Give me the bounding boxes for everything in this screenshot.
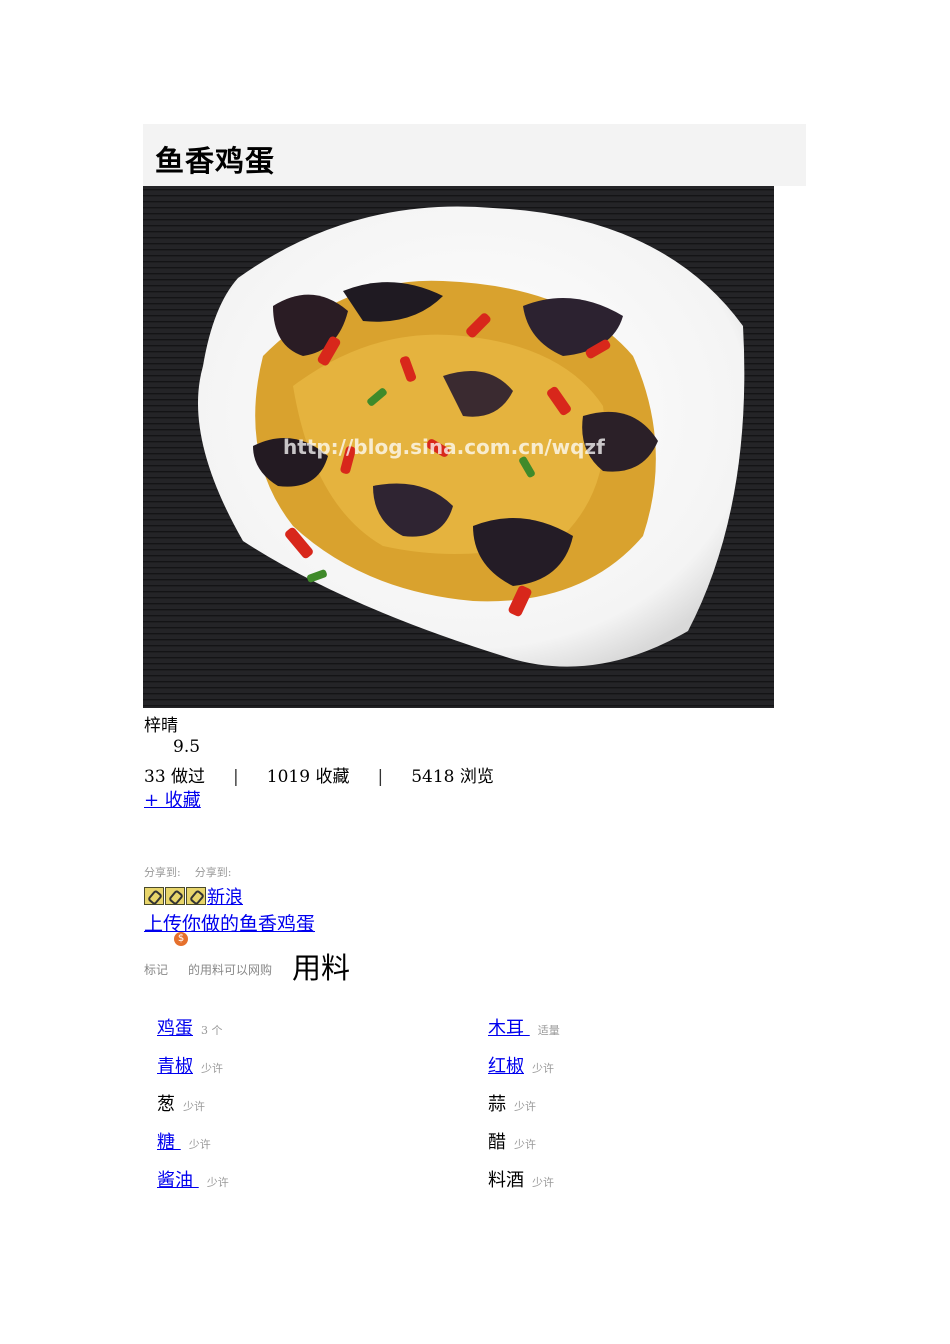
share-sina-link[interactable]: 新浪 (207, 887, 243, 908)
ingredient-quantity: 少许 (206, 1176, 229, 1189)
ingredient-name[interactable]: 糖 (157, 1132, 181, 1153)
ingredient-name[interactable]: 木耳 (488, 1018, 530, 1039)
ingredient-name: 醋 (488, 1132, 506, 1153)
ingredient-item: 糖 少许 (157, 1128, 211, 1154)
ingredient-name[interactable]: 酱油 (157, 1170, 199, 1191)
made-count: 33 做过 (144, 767, 206, 787)
ingredient-quantity: 少许 (188, 1138, 211, 1151)
ingredient-item: 青椒 少许 (157, 1052, 223, 1078)
share-icon[interactable] (165, 887, 185, 905)
ingredient-quantity: 适量 (537, 1024, 560, 1037)
ingredient-quantity: 少许 (201, 1062, 223, 1075)
mark-note-part1: 标记 (144, 963, 169, 977)
ingredient-quantity: 少许 (183, 1100, 205, 1113)
upload-link[interactable]: 上传你做的鱼香鸡蛋 (144, 909, 315, 936)
photo-watermark: http://blog.sina.com.cn/wqzf (283, 435, 605, 459)
ingredient-quantity: 少许 (514, 1138, 536, 1151)
separator: | (233, 767, 239, 787)
ingredient-name[interactable]: 鸡蛋 (157, 1018, 193, 1039)
ingredient-item: 醋少许 (488, 1128, 536, 1154)
mark-note: 标记 的用料可以网购 (144, 961, 272, 978)
views-count: 5418 浏览 (411, 767, 494, 787)
ingredient-name: 料酒 (488, 1170, 524, 1191)
share-icon[interactable] (186, 887, 206, 905)
title-bar: 鱼香鸡蛋 (143, 124, 806, 186)
ingredient-item: 木耳 适量 (488, 1014, 560, 1040)
mark-note-part2: 的用料可以网购 (188, 963, 273, 977)
share-buttons: 新浪 (144, 883, 243, 909)
ingredient-item: 蒜少许 (488, 1090, 536, 1116)
recipe-photo: http://blog.sina.com.cn/wqzf (143, 186, 774, 708)
ingredient-quantity: 少许 (532, 1062, 554, 1075)
recipe-title: 鱼香鸡蛋 (155, 144, 276, 178)
ingredient-item: 红椒 少许 (488, 1052, 554, 1078)
ingredient-name: 蒜 (488, 1094, 506, 1115)
author-name: 梓晴 (144, 716, 178, 736)
ingredient-name[interactable]: 青椒 (157, 1056, 193, 1077)
separator: | (377, 767, 384, 787)
share-label: 分享到: (144, 866, 181, 879)
share-labels: 分享到: 分享到: (144, 864, 245, 880)
ingredient-item: 酱油 少许 (157, 1166, 229, 1192)
coin-icon: $ (174, 932, 188, 946)
ingredient-name[interactable]: 红椒 (488, 1056, 524, 1077)
ingredient-quantity: 3 个 (201, 1024, 223, 1037)
ingredient-name: 葱 (157, 1094, 175, 1115)
rating-score: 9.5 (173, 737, 201, 757)
favorite-link[interactable]: + 收藏 (144, 786, 201, 812)
favorites-count: 1019 收藏 (266, 767, 350, 787)
share-icon[interactable] (144, 887, 164, 905)
recipe-stats: 33 做过 | 1019 收藏 | 5418 浏览 (144, 762, 494, 787)
ingredient-quantity: 少许 (514, 1100, 536, 1113)
ingredients-heading: 用料 (292, 951, 351, 985)
ingredient-item: 葱少许 (157, 1090, 205, 1116)
ingredient-item: 鸡蛋 3 个 (157, 1014, 223, 1040)
ingredient-item: 料酒 少许 (488, 1166, 554, 1192)
ingredient-quantity: 少许 (532, 1176, 554, 1189)
share-label: 分享到: (194, 866, 232, 879)
